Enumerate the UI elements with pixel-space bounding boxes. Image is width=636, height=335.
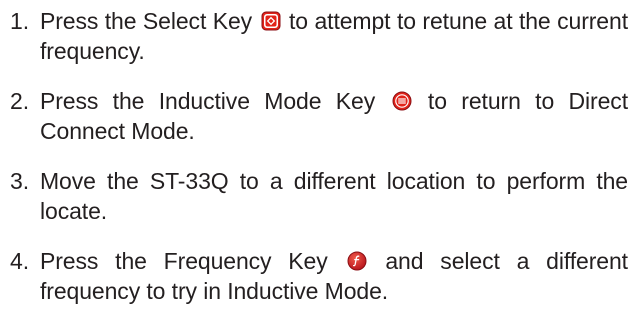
step-text-before: Press the Frequency Key [40,248,328,274]
step-text: Move the ST-33Q to a different location … [40,168,628,224]
list-item-step-3: 3. Move the ST-33Q to a different locati… [10,166,628,226]
step-number: 1. [10,8,29,34]
select-key-icon [261,11,281,31]
list-item-step-1: 1. Press the Select Key to attempt to re… [10,6,628,66]
step-number: 2. [10,88,29,114]
step-number: 4. [10,248,29,274]
step-text-before: Press the Inductive Mode Key [40,88,376,114]
inductive-mode-key-icon [392,91,412,111]
list-item-step-4: 4. Press the Frequency Key and select a … [10,246,628,306]
step-number: 3. [10,168,29,194]
step-text-before: Press the Select Key [40,8,253,34]
instruction-list: 1. Press the Select Key to attempt to re… [10,6,628,306]
list-item-step-2: 2. Press the Inductive Mode Key to retur… [10,86,628,146]
frequency-key-icon [347,251,367,271]
